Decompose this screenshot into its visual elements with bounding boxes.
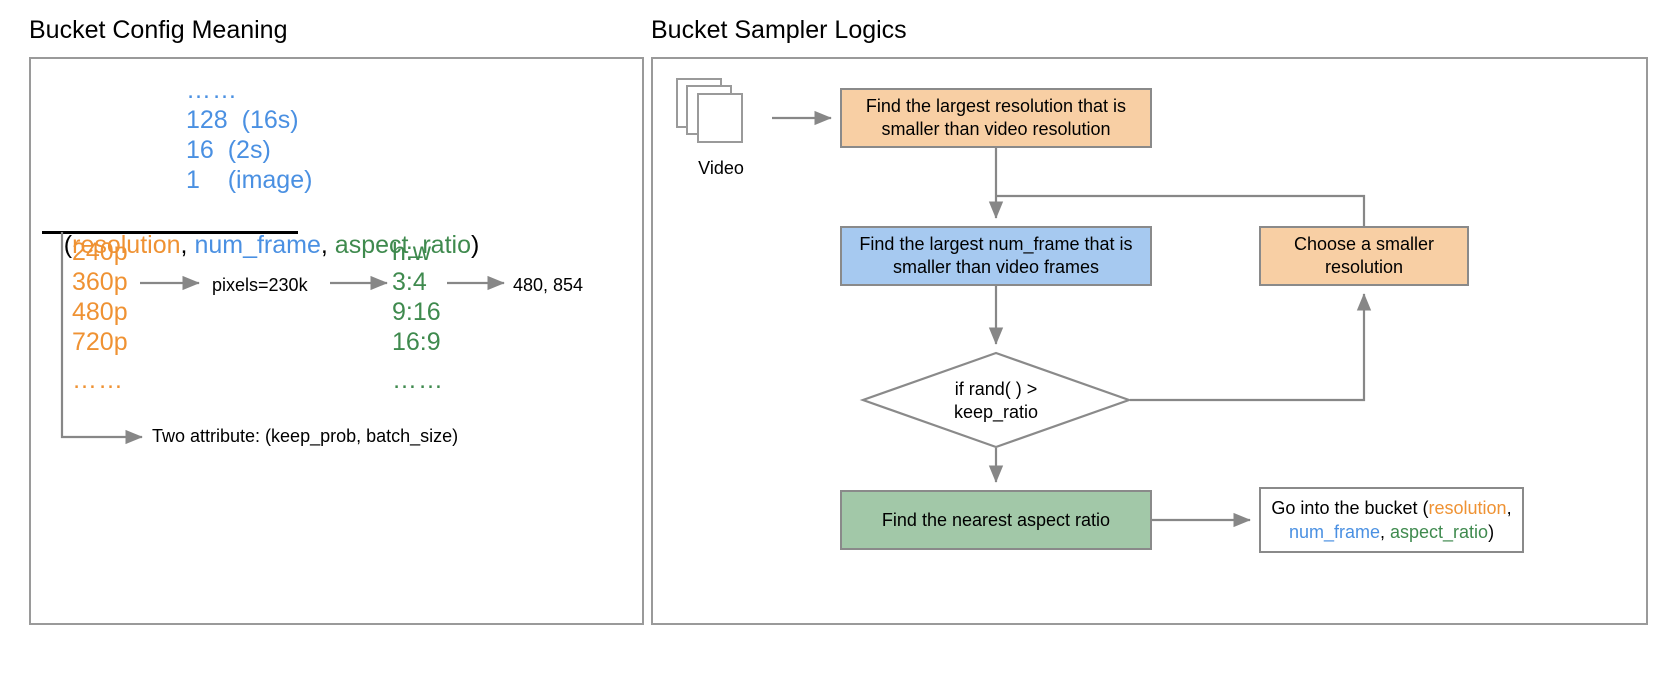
right-panel-connectors (772, 110, 1372, 528)
line-branch-to-choose-smaller (996, 194, 1366, 226)
arrow-decision-true-to-choose-smaller (1130, 293, 1372, 402)
diagram-canvas: Bucket Config Meaning Bucket Sampler Log… (0, 0, 1656, 676)
